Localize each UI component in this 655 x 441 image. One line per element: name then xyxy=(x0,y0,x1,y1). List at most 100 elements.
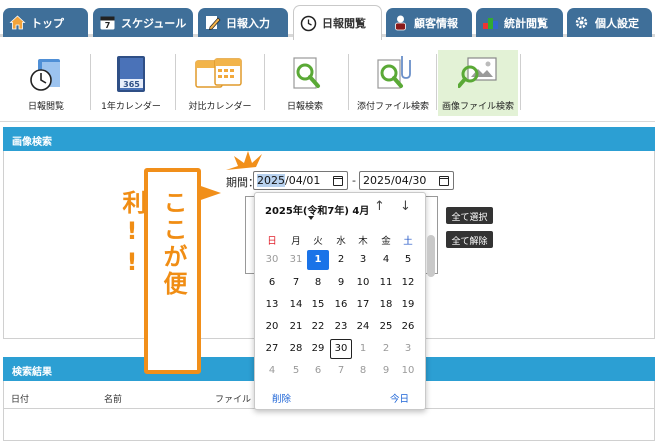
calendar-day[interactable]: 23 xyxy=(330,317,352,337)
calendar-day-today[interactable]: 30 xyxy=(330,339,352,359)
calendar-day[interactable]: 17 xyxy=(352,295,374,315)
weekday-header: 金 xyxy=(381,236,391,247)
calendar-day-selected[interactable]: 1 xyxy=(307,250,329,270)
calendar-day[interactable]: 13 xyxy=(261,295,283,315)
date-separator: - xyxy=(352,174,356,187)
divider xyxy=(520,54,521,110)
calendar-day[interactable]: 21 xyxy=(285,317,307,337)
home-icon xyxy=(9,14,26,31)
customer-icon xyxy=(392,14,409,31)
calendar-day[interactable]: 11 xyxy=(375,273,397,293)
subnav-year-calendar[interactable]: 365 1年カレンダー xyxy=(96,50,166,116)
clock-icon xyxy=(300,15,317,32)
tab-customer-label: 顧客情報 xyxy=(414,16,458,30)
divider xyxy=(175,54,176,110)
calendar-day[interactable]: 3 xyxy=(397,339,419,359)
name-list-scrollbar[interactable] xyxy=(427,235,435,277)
tab-schedule[interactable]: 7 スケジュール xyxy=(93,8,193,37)
divider xyxy=(264,54,265,110)
column-date: 日付 xyxy=(11,395,30,405)
calendar-day[interactable]: 4 xyxy=(375,250,397,270)
subnav-attachment-search[interactable]: 添付ファイル検索 xyxy=(354,50,432,116)
stats-icon xyxy=(482,14,499,31)
calendar-day[interactable]: 30 xyxy=(261,250,283,270)
clear-date-button[interactable]: 削除 xyxy=(272,391,291,405)
tab-report-input[interactable]: 日報入力 xyxy=(198,8,288,37)
weekday-header: 火 xyxy=(313,236,323,247)
results-title: 検索結果 xyxy=(12,367,52,378)
subnav-year-calendar-label: 1年カレンダー xyxy=(101,102,161,112)
calendar-day[interactable]: 8 xyxy=(352,361,374,381)
calendar-day[interactable]: 7 xyxy=(285,273,307,293)
calendar-day[interactable]: 25 xyxy=(375,317,397,337)
calendar-day[interactable]: 27 xyxy=(261,339,283,359)
calendar-day[interactable]: 22 xyxy=(307,317,329,337)
calendar-day[interactable]: 5 xyxy=(397,250,419,270)
calendar-day[interactable]: 6 xyxy=(261,273,283,293)
tab-customer[interactable]: 顧客情報 xyxy=(386,8,472,37)
tab-top[interactable]: トップ xyxy=(3,8,88,37)
calendar-icon: 7 xyxy=(99,14,116,31)
subnav-image-search[interactable]: 画像ファイル検索 xyxy=(438,50,518,116)
calendar-day[interactable]: 18 xyxy=(375,295,397,315)
previous-month-arrow-icon[interactable]: ↑ xyxy=(374,199,385,214)
next-month-arrow-icon[interactable]: ↓ xyxy=(400,199,411,214)
main-tab-bar: トップ 7 スケジュール 日報入力 日報閲覧 顧客情報 統計閲覧 個人設定 xyxy=(0,0,655,40)
calendar-day[interactable]: 7 xyxy=(330,361,352,381)
subnav-compare-calendar[interactable]: 対比カレンダー xyxy=(181,50,259,116)
tab-statistics[interactable]: 統計閲覧 xyxy=(476,8,563,37)
select-all-button[interactable]: 全て選択 xyxy=(446,207,493,224)
calendar-day[interactable]: 3 xyxy=(352,250,374,270)
calendar-day[interactable]: 1 xyxy=(352,339,374,359)
tab-personal-settings[interactable]: 個人設定 xyxy=(567,8,652,37)
calendar-day[interactable]: 26 xyxy=(397,317,419,337)
subnav-report-search[interactable]: 日報検索 xyxy=(270,50,340,116)
tab-report-view[interactable]: 日報閲覧 xyxy=(293,5,382,40)
subnav-compare-calendar-label: 対比カレンダー xyxy=(188,102,252,112)
deselect-all-button[interactable]: 全て解除 xyxy=(446,231,493,248)
subnav-attachment-search-label: 添付ファイル検索 xyxy=(356,102,429,112)
calendar-day[interactable]: 14 xyxy=(285,295,307,315)
calendar-day[interactable]: 10 xyxy=(352,273,374,293)
tab-statistics-label: 統計閲覧 xyxy=(504,16,548,30)
svg-text:7: 7 xyxy=(105,21,111,30)
calendar-day[interactable]: 28 xyxy=(285,339,307,359)
image-search-header: 画像検索 xyxy=(3,127,655,151)
date-from-rest: /04/01 xyxy=(285,174,321,187)
year-calendar-icon: 365 xyxy=(114,54,148,97)
month-dropdown-caret-icon[interactable] xyxy=(308,216,314,220)
annotation-bubble: ここが便利!! xyxy=(118,168,201,374)
calendar-day[interactable]: 16 xyxy=(330,295,352,315)
calendar-day[interactable]: 20 xyxy=(261,317,283,337)
calendar-picker-icon[interactable] xyxy=(439,176,449,186)
subnav-image-search-label: 画像ファイル検索 xyxy=(441,102,514,112)
calendar-day[interactable]: 15 xyxy=(307,295,329,315)
calendar-day[interactable]: 24 xyxy=(352,317,374,337)
weekday-header: 月 xyxy=(291,236,301,247)
calendar-day[interactable]: 9 xyxy=(330,273,352,293)
calendar-day[interactable]: 8 xyxy=(307,273,329,293)
gear-icon xyxy=(573,14,590,31)
calendar-day[interactable]: 2 xyxy=(330,250,352,270)
calendar-day[interactable]: 5 xyxy=(285,361,307,381)
column-file: ファイル xyxy=(215,395,252,405)
calendar-day[interactable]: 4 xyxy=(261,361,283,381)
date-to-input[interactable]: 2025/04/30 xyxy=(359,171,454,190)
month-year-selector[interactable]: 2025年(令和7年) 4月 xyxy=(265,202,369,217)
subnav-report-view[interactable]: 日報閲覧 xyxy=(12,50,80,116)
date-from-input[interactable]: 2025/04/01 xyxy=(253,171,348,190)
tab-schedule-label: スケジュール xyxy=(121,16,187,30)
calendar-day[interactable]: 6 xyxy=(307,361,329,381)
calendar-day[interactable]: 29 xyxy=(307,339,329,359)
calendar-day[interactable]: 10 xyxy=(397,361,419,381)
calendar-day[interactable]: 9 xyxy=(375,361,397,381)
compare-calendar-icon xyxy=(195,56,243,95)
calendar-day[interactable]: 19 xyxy=(397,295,419,315)
calendar-day[interactable]: 31 xyxy=(285,250,307,270)
calendar-picker-icon[interactable] xyxy=(333,176,343,186)
divider xyxy=(436,54,437,110)
calendar-day[interactable]: 12 xyxy=(397,273,419,293)
today-button[interactable]: 今日 xyxy=(390,391,409,405)
calendar-day[interactable]: 2 xyxy=(375,339,397,359)
image-search-icon xyxy=(457,56,498,95)
